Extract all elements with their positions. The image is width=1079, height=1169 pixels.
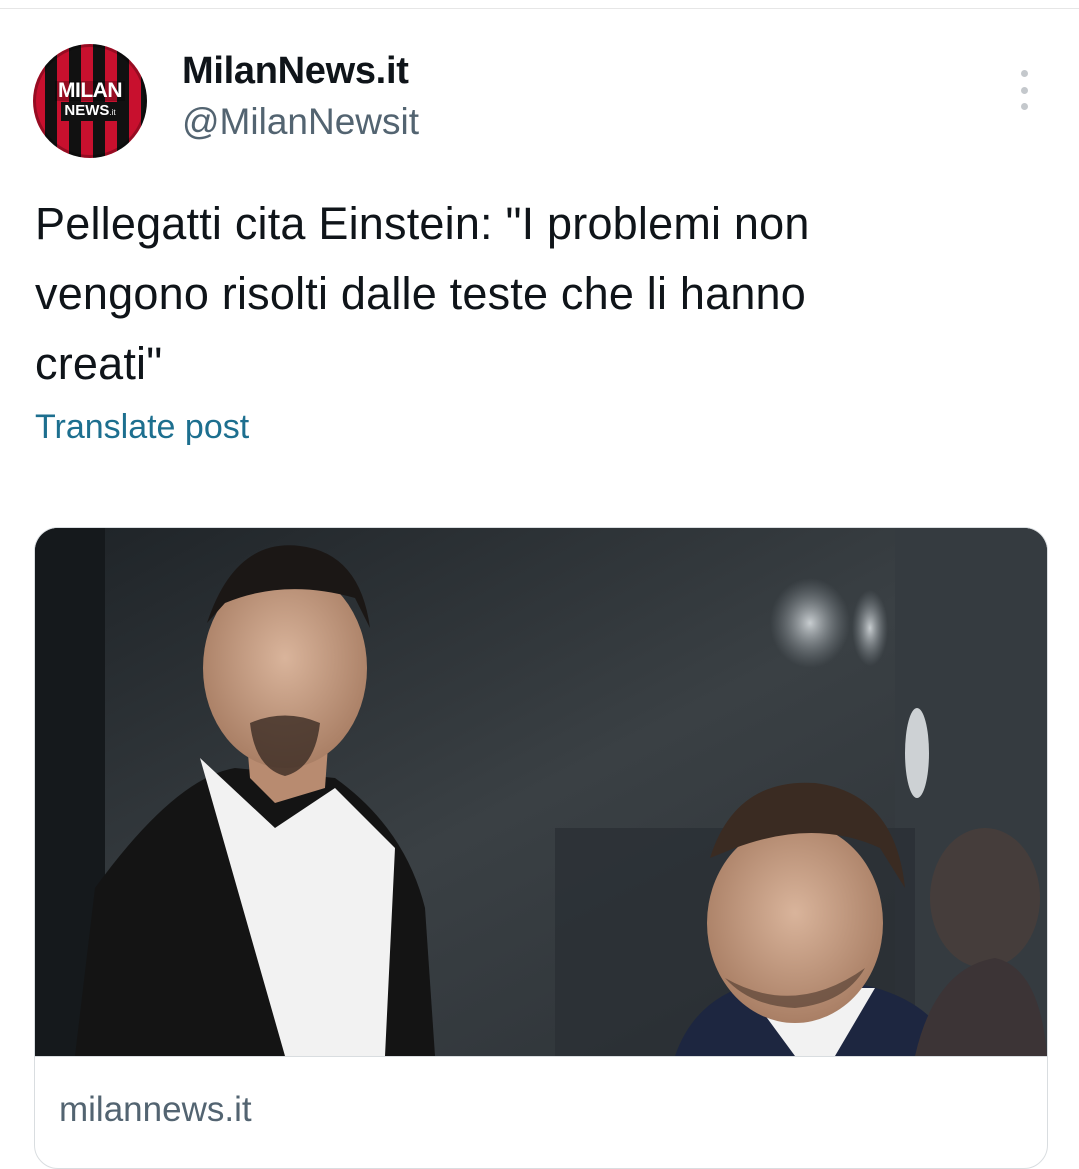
card-divider <box>35 1056 1047 1057</box>
avatar-logo-line1: MILAN <box>55 80 125 101</box>
user-handle[interactable]: @MilanNewsit <box>182 101 419 143</box>
more-vertical-icon[interactable] <box>1014 70 1034 110</box>
top-divider <box>0 8 1079 9</box>
display-name[interactable]: MilanNews.it <box>182 50 409 93</box>
post-text: Pellegatti cita Einstein: "I problemi no… <box>35 198 810 389</box>
avatar-logo-line2: NEWS.it <box>61 102 119 121</box>
more-dot <box>1020 70 1028 77</box>
translate-post-link[interactable]: Translate post <box>35 408 249 447</box>
avatar-logo: MILAN NEWS.it <box>49 77 131 125</box>
link-card-image <box>35 528 1047 1056</box>
more-dot <box>1020 103 1028 110</box>
link-card[interactable]: milannews.it <box>34 527 1048 1169</box>
avatar-logo-word: NEWS <box>64 102 110 119</box>
avatar-logo-suffix: .it <box>109 108 116 117</box>
link-card-domain[interactable]: milannews.it <box>59 1090 252 1130</box>
photo-two-men-stadium <box>35 528 1047 1056</box>
avatar[interactable]: MILAN NEWS.it <box>33 44 147 158</box>
more-dot <box>1020 86 1028 94</box>
